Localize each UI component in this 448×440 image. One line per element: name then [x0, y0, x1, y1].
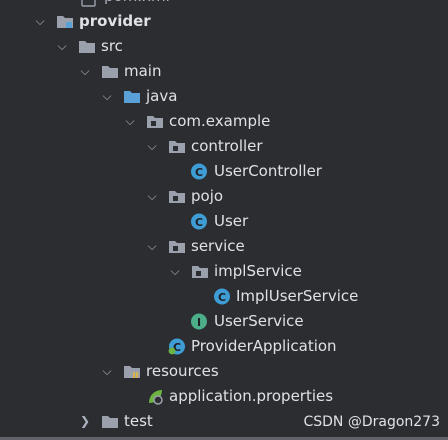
tree-label: pom.xml — [104, 0, 170, 9]
class-icon: C — [190, 163, 208, 180]
spring-boot-class-icon: C — [168, 338, 186, 355]
module-folder-icon — [56, 13, 74, 30]
tree-label: controller — [191, 137, 263, 155]
tree-label: provider — [79, 12, 151, 30]
chevron-down-icon[interactable]: ⌵ — [77, 59, 93, 84]
chevron-down-icon[interactable]: ⌵ — [144, 184, 160, 209]
tree-label: User — [214, 212, 249, 230]
svg-text:C: C — [218, 291, 226, 304]
package-icon — [168, 138, 186, 155]
tree-row-impl-service[interactable]: ⌵ implService — [0, 259, 448, 284]
tree-row-user-service[interactable]: I UserService — [0, 309, 448, 334]
chevron-down-icon[interactable]: ⌵ — [54, 34, 70, 59]
tree-label: src — [101, 37, 123, 55]
tree-row-src[interactable]: ⌵ src — [0, 34, 448, 59]
tree-row-com-example[interactable]: ⌵ com.example — [0, 109, 448, 134]
source-folder-icon — [123, 88, 141, 105]
chevron-down-icon[interactable]: ⌵ — [99, 84, 115, 109]
tree-label: com.example — [169, 112, 271, 130]
tree-row-user[interactable]: C User — [0, 209, 448, 234]
tree-label: test — [124, 412, 153, 430]
tree-label: service — [191, 237, 245, 255]
tree-row-resources[interactable]: ⌵ resources — [0, 359, 448, 384]
class-icon: C — [213, 288, 231, 305]
chevron-down-icon[interactable]: ⌵ — [122, 109, 138, 134]
svg-text:C: C — [195, 166, 203, 179]
tree-label: ProviderApplication — [191, 337, 337, 355]
tree-label: ImplUserService — [236, 287, 359, 305]
class-icon: C — [190, 213, 208, 230]
chevron-down-icon[interactable]: ⌵ — [99, 359, 115, 384]
tree-row-user-controller[interactable]: C UserController — [0, 159, 448, 184]
package-icon — [146, 113, 164, 130]
project-tree: pom.xml ⌵ provider ⌵ src ⌵ main ⌵ java ⌵ — [0, 0, 448, 440]
watermark: CSDN @Dragon273 — [303, 414, 440, 430]
tree-label: implService — [214, 262, 302, 280]
chevron-down-icon[interactable]: ⌵ — [144, 234, 160, 259]
tree-label: resources — [146, 362, 219, 380]
package-icon — [168, 188, 186, 205]
tree-row-impl-user-service[interactable]: C ImplUserService — [0, 284, 448, 309]
folder-icon — [101, 413, 119, 430]
chevron-down-icon[interactable]: ⌵ — [167, 259, 183, 284]
package-icon — [168, 238, 186, 255]
folder-icon — [101, 63, 119, 80]
tree-row-provider[interactable]: ⌵ provider — [0, 9, 448, 34]
tree-row-main[interactable]: ⌵ main — [0, 59, 448, 84]
chevron-down-icon[interactable]: ⌵ — [144, 134, 160, 159]
chevron-right-icon[interactable]: ❯ — [77, 409, 93, 434]
svg-text:I: I — [197, 316, 201, 329]
tree-row-java[interactable]: ⌵ java — [0, 84, 448, 109]
tree-label: UserService — [214, 312, 304, 330]
tree-row-pojo[interactable]: ⌵ pojo — [0, 184, 448, 209]
package-icon — [191, 263, 209, 280]
tree-label: UserController — [214, 162, 322, 180]
chevron-down-icon[interactable]: ⌵ — [32, 9, 48, 34]
folder-icon — [78, 38, 96, 55]
tree-row-test[interactable]: ❯ test — [0, 409, 300, 434]
file-icon — [80, 0, 98, 7]
tree-label: application.properties — [169, 387, 334, 405]
resources-folder-icon — [123, 363, 141, 380]
tree-row-pom[interactable]: pom.xml — [0, 0, 448, 9]
tree-row-controller[interactable]: ⌵ controller — [0, 134, 448, 159]
tree-label: main — [124, 62, 162, 80]
tree-label: pojo — [191, 187, 224, 205]
tree-label: java — [146, 87, 178, 105]
interface-icon: I — [190, 313, 208, 330]
svg-text:C: C — [195, 216, 203, 229]
tree-row-service[interactable]: ⌵ service — [0, 234, 448, 259]
tree-row-application-properties[interactable]: application.properties — [0, 384, 448, 409]
tree-row-provider-application[interactable]: C ProviderApplication — [0, 334, 448, 359]
spring-properties-icon — [146, 388, 164, 405]
